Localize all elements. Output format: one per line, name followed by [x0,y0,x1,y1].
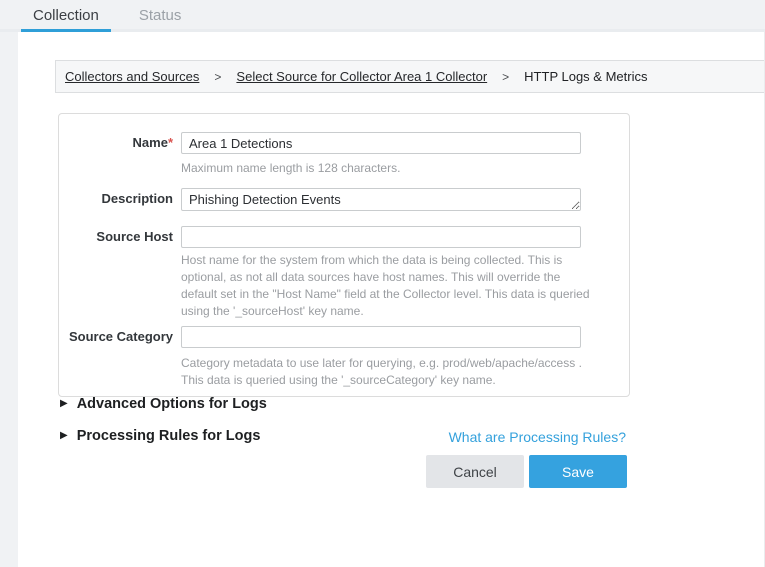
advanced-options-section-title: Advanced Options for Logs [77,396,267,412]
cancel-button[interactable]: Cancel [426,455,524,488]
source-host-field-row: Source Host [59,226,629,248]
source-category-input[interactable] [181,326,581,348]
name-input[interactable] [181,132,581,154]
tab-bar: Collection Status [21,0,193,32]
name-label-text: Name [133,135,168,150]
source-category-field-row: Source Category [59,326,629,348]
breadcrumb-current-page: HTTP Logs & Metrics [524,69,647,84]
breadcrumb-separator-icon: > [502,70,509,84]
name-field-row: Name* [59,132,629,154]
breadcrumb-separator-icon: > [214,70,221,84]
processing-rules-section-toggle[interactable]: ▶ Processing Rules for Logs [60,428,260,444]
breadcrumb-link-select-source[interactable]: Select Source for Collector Area 1 Colle… [236,69,487,84]
breadcrumb: Collectors and Sources > Select Source f… [55,60,764,93]
name-help-text: Maximum name length is 128 characters. [181,160,595,177]
name-label: Name* [59,132,173,154]
save-button[interactable]: Save [529,455,627,488]
what-are-processing-rules-link[interactable]: What are Processing Rules? [449,429,626,445]
caret-right-icon: ▶ [60,399,68,409]
description-label: Description [59,188,173,210]
caret-right-icon: ▶ [60,431,68,441]
source-host-input[interactable] [181,226,581,248]
form-action-buttons: Cancel Save [426,455,627,488]
breadcrumb-link-collectors-and-sources[interactable]: Collectors and Sources [65,69,199,84]
tab-status[interactable]: Status [127,0,194,32]
source-category-help-text: Category metadata to use later for query… [181,355,595,389]
processing-rules-section-title: Processing Rules for Logs [77,428,261,444]
source-host-help-text: Host name for the system from which the … [181,252,595,320]
source-category-label: Source Category [59,326,173,348]
app-window: Collection Status Collectors and Sources… [0,0,765,567]
advanced-options-section-toggle[interactable]: ▶ Advanced Options for Logs [60,396,267,412]
source-config-form: Name* Maximum name length is 128 charact… [58,113,630,397]
description-field-row: Description Phishing Detection Events [59,188,629,216]
content-area: Collectors and Sources > Select Source f… [18,32,765,567]
required-asterisk: * [168,135,173,150]
description-input[interactable]: Phishing Detection Events [181,188,581,211]
tab-collection[interactable]: Collection [21,0,111,32]
source-host-label: Source Host [59,226,173,248]
